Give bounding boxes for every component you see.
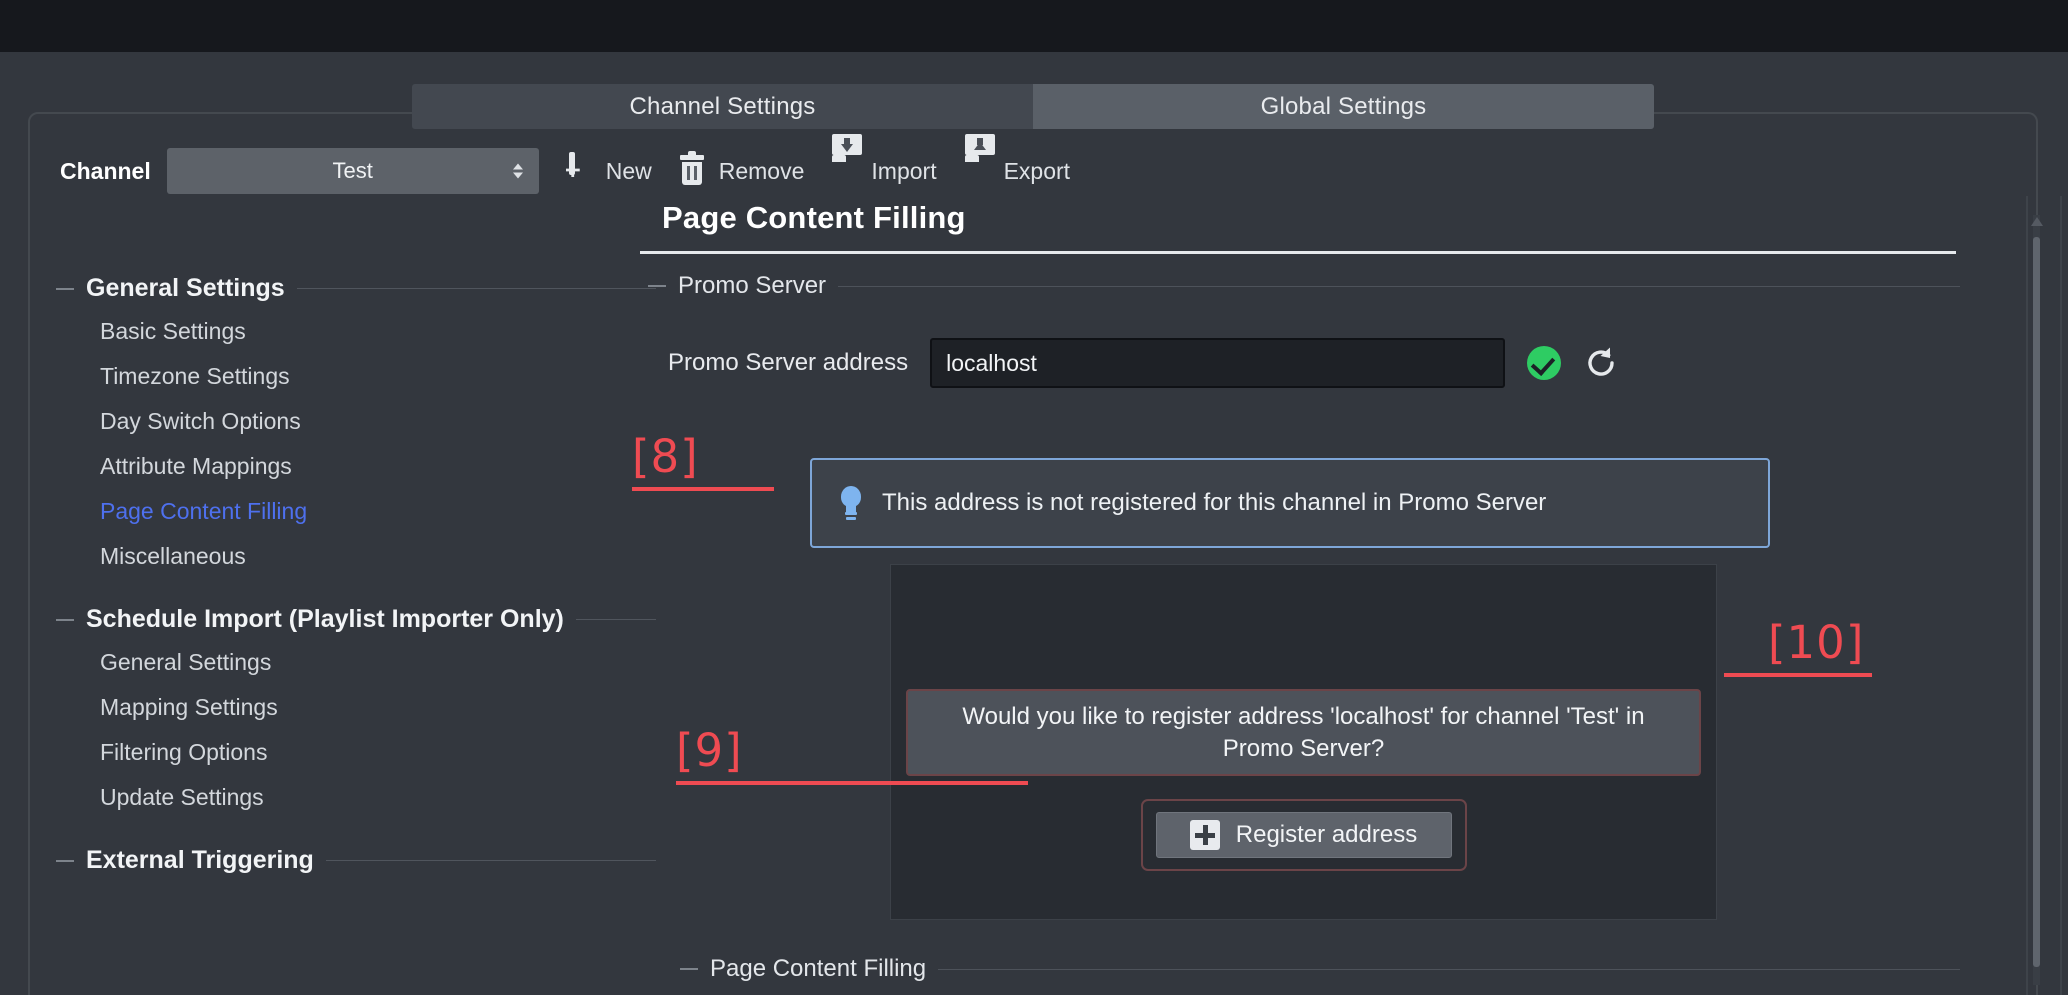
- sidebar-group-title: General Settings: [86, 274, 285, 302]
- sidebar-item-miscellaneous[interactable]: Miscellaneous: [56, 534, 656, 579]
- promo-server-address-input[interactable]: localhost: [930, 338, 1506, 388]
- folder-import-icon: [832, 134, 863, 187]
- annotation-10-line: [1724, 673, 1872, 677]
- channel-label: Channel: [60, 157, 151, 184]
- sidebar-item-timezone-settings[interactable]: Timezone Settings: [56, 354, 656, 399]
- remove-channel-button[interactable]: Remove: [679, 151, 805, 187]
- tab-global-settings[interactable]: Global Settings: [1033, 84, 1654, 129]
- annotation-marker-10: [10]: [1724, 616, 1872, 677]
- lightbulb-icon: [838, 486, 864, 520]
- sidebar-item-day-switch-options[interactable]: Day Switch Options: [56, 399, 656, 444]
- tab-global-settings-label: Global Settings: [1260, 92, 1427, 120]
- tab-channel-settings-label: Channel Settings: [629, 92, 816, 120]
- divider: [325, 860, 656, 861]
- sidebar-item-page-content-filling[interactable]: Page Content Filling: [56, 489, 656, 534]
- plus-icon: [1189, 820, 1220, 851]
- sidebar-item-basic-settings[interactable]: Basic Settings: [56, 309, 656, 354]
- sidebar-group-title: Schedule Import (Playlist Importer Only): [86, 605, 564, 633]
- sidebar-item-attribute-mappings[interactable]: Attribute Mappings: [56, 444, 656, 489]
- new-channel-button[interactable]: New: [567, 152, 652, 187]
- annotation-9-label: [9]: [676, 724, 743, 777]
- import-channel-button[interactable]: Import: [832, 134, 937, 187]
- trash-icon: [679, 151, 710, 187]
- channel-select-value: Test: [332, 158, 373, 183]
- green-check-icon: [1527, 346, 1562, 380]
- settings-tabbar: Channel Settings Global Settings: [412, 84, 1654, 129]
- promo-server-address-row: Promo Server address localhost: [668, 338, 1960, 388]
- collapse-dash-icon[interactable]: [56, 859, 74, 862]
- sidebar-group-external-triggering: External Triggering: [56, 846, 656, 875]
- sidebar-item-si-general-settings[interactable]: General Settings: [56, 640, 656, 685]
- channel-toolbar: Channel Test New Remove Import Export: [60, 134, 1071, 194]
- banner-message: This address is not registered for this …: [882, 489, 1547, 516]
- divider: [938, 968, 1960, 970]
- tab-channel-settings[interactable]: Channel Settings: [412, 84, 1033, 129]
- annotation-marker-8: [8]: [632, 434, 774, 491]
- divider: [838, 285, 1960, 287]
- content-scrollbar[interactable]: [2024, 215, 2050, 985]
- settings-sidebar: General Settings Basic Settings Timezone…: [56, 248, 656, 881]
- annotation-marker-9: [9]: [676, 728, 1028, 785]
- window-titlebar: [0, 0, 2068, 52]
- remove-channel-label: Remove: [718, 157, 805, 184]
- collapse-dash-icon[interactable]: [648, 285, 666, 287]
- channel-select[interactable]: Test: [166, 148, 539, 194]
- scrollbar-thumb[interactable]: [2033, 237, 2040, 967]
- window-edge-divider: [2060, 196, 2062, 995]
- bottom-section-title: Page Content Filling: [710, 955, 927, 982]
- promo-server-address-label: Promo Server address: [668, 349, 909, 376]
- section-promo-server: Promo Server: [648, 272, 1960, 300]
- promo-server-address-value: localhost: [946, 349, 1037, 376]
- import-channel-label: Import: [871, 157, 937, 184]
- page-title: Page Content Filling: [662, 200, 966, 235]
- annotation-9-line: [676, 781, 1028, 785]
- section-page-content-filling: Page Content Filling: [680, 955, 1960, 983]
- annotation-8-label: [8]: [632, 430, 699, 483]
- divider: [296, 288, 656, 289]
- sidebar-group-schedule-import: Schedule Import (Playlist Importer Only): [56, 605, 656, 634]
- new-document-icon: [567, 152, 597, 187]
- register-address-button-label: Register address: [1235, 821, 1418, 849]
- sidebar-item-si-mapping-settings[interactable]: Mapping Settings: [56, 685, 656, 730]
- sidebar-item-si-filtering-options[interactable]: Filtering Options: [56, 730, 656, 775]
- register-address-button-highlight: Register address: [1140, 799, 1467, 872]
- app-window: Channel Settings Global Settings Channel…: [0, 0, 2068, 995]
- collapse-dash-icon[interactable]: [56, 618, 74, 621]
- new-channel-label: New: [605, 157, 652, 184]
- page-title-underline: [640, 251, 1956, 254]
- annotation-8-line: [632, 487, 774, 491]
- sidebar-group-title: External Triggering: [86, 846, 314, 874]
- refresh-icon[interactable]: [1583, 345, 1619, 381]
- collapse-dash-icon[interactable]: [680, 968, 698, 970]
- annotation-10-label: [10]: [1768, 616, 1865, 669]
- address-not-registered-banner: This address is not registered for this …: [810, 458, 1770, 548]
- folder-export-icon: [964, 134, 995, 187]
- section-title: Promo Server: [678, 272, 827, 299]
- scroll-up-arrow-icon[interactable]: [2031, 217, 2043, 226]
- export-channel-label: Export: [1003, 157, 1071, 184]
- collapse-dash-icon[interactable]: [56, 287, 74, 290]
- sidebar-group-general-settings: General Settings: [56, 274, 656, 303]
- register-address-button[interactable]: Register address: [1155, 812, 1452, 859]
- chevron-updown-icon: [512, 163, 523, 179]
- export-channel-button[interactable]: Export: [964, 134, 1071, 187]
- content-area: Page Content Filling Promo Server Promo …: [640, 200, 1960, 388]
- sidebar-item-si-update-settings[interactable]: Update Settings: [56, 775, 656, 820]
- divider: [575, 619, 656, 620]
